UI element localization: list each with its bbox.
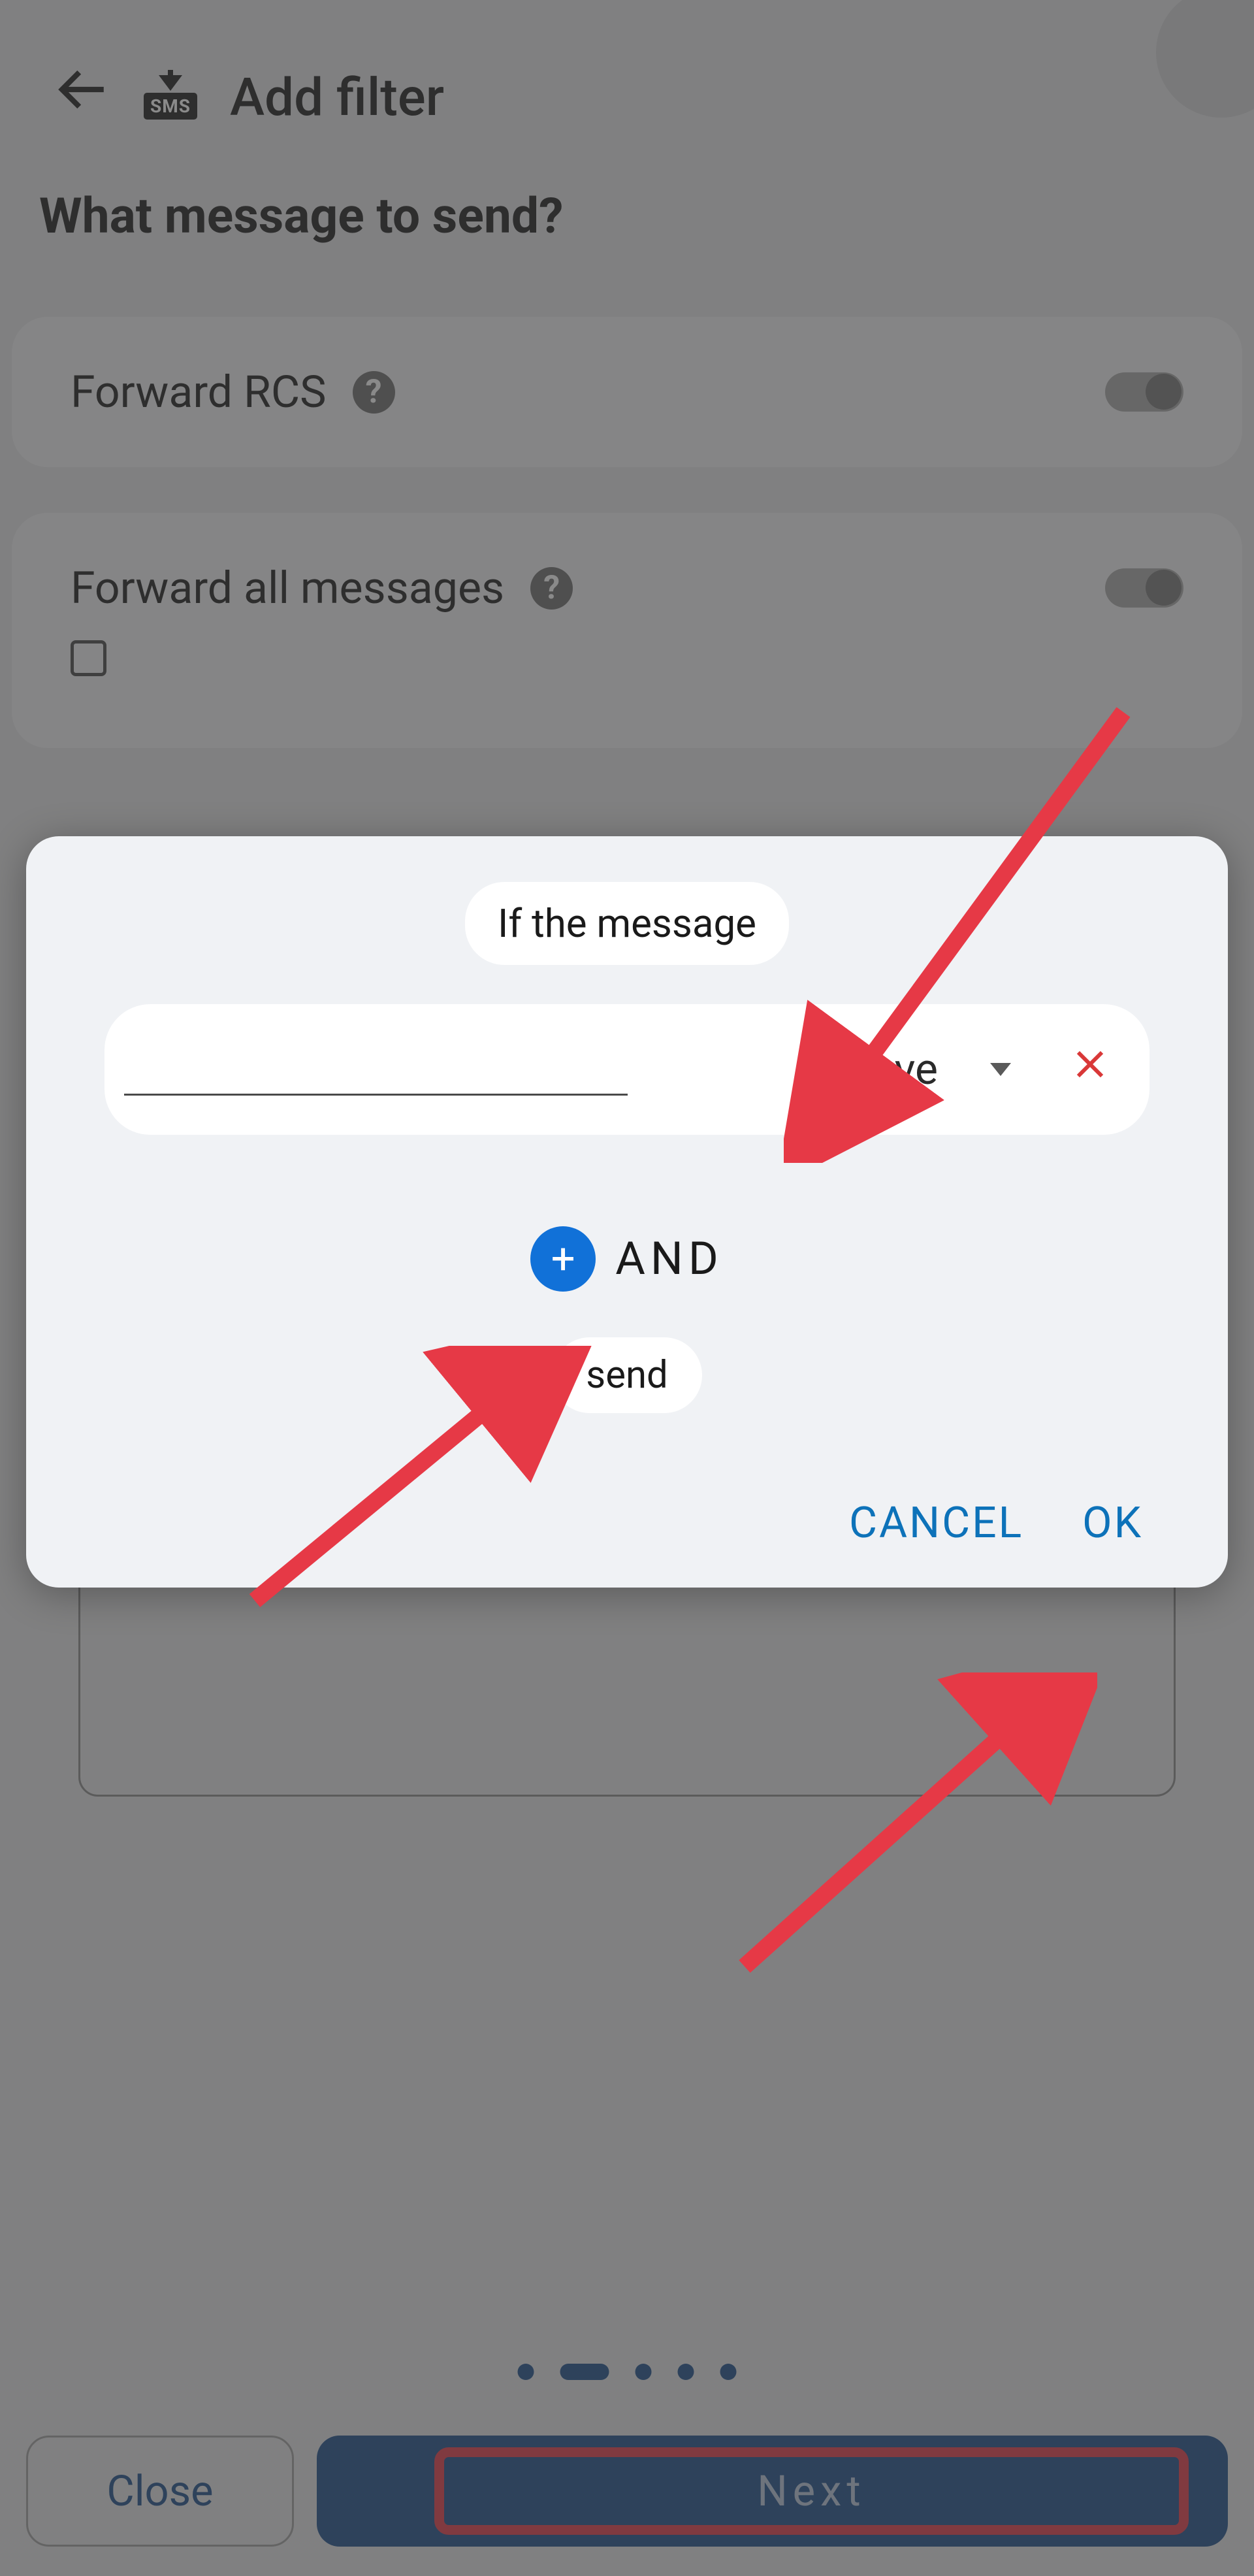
condition-input[interactable] — [124, 1043, 628, 1096]
modal-title: If the message — [465, 882, 789, 965]
remove-condition-button[interactable] — [1070, 1043, 1110, 1096]
condition-operator-select[interactable]: have — [644, 1045, 1037, 1095]
add-condition-row[interactable]: + AND — [91, 1226, 1163, 1292]
and-label: AND — [615, 1232, 724, 1286]
ok-button[interactable]: OK — [1082, 1498, 1143, 1548]
cancel-button[interactable]: CANCEL — [849, 1498, 1023, 1548]
plus-icon: + — [530, 1226, 596, 1292]
condition-row: have — [104, 1004, 1150, 1135]
chevron-down-icon — [990, 1063, 1011, 1076]
send-pill: send — [552, 1337, 701, 1413]
filter-modal: If the message have + AND send CANCEL OK — [26, 836, 1228, 1588]
modal-actions: CANCEL OK — [91, 1498, 1163, 1548]
condition-operator-label: have — [848, 1045, 938, 1095]
